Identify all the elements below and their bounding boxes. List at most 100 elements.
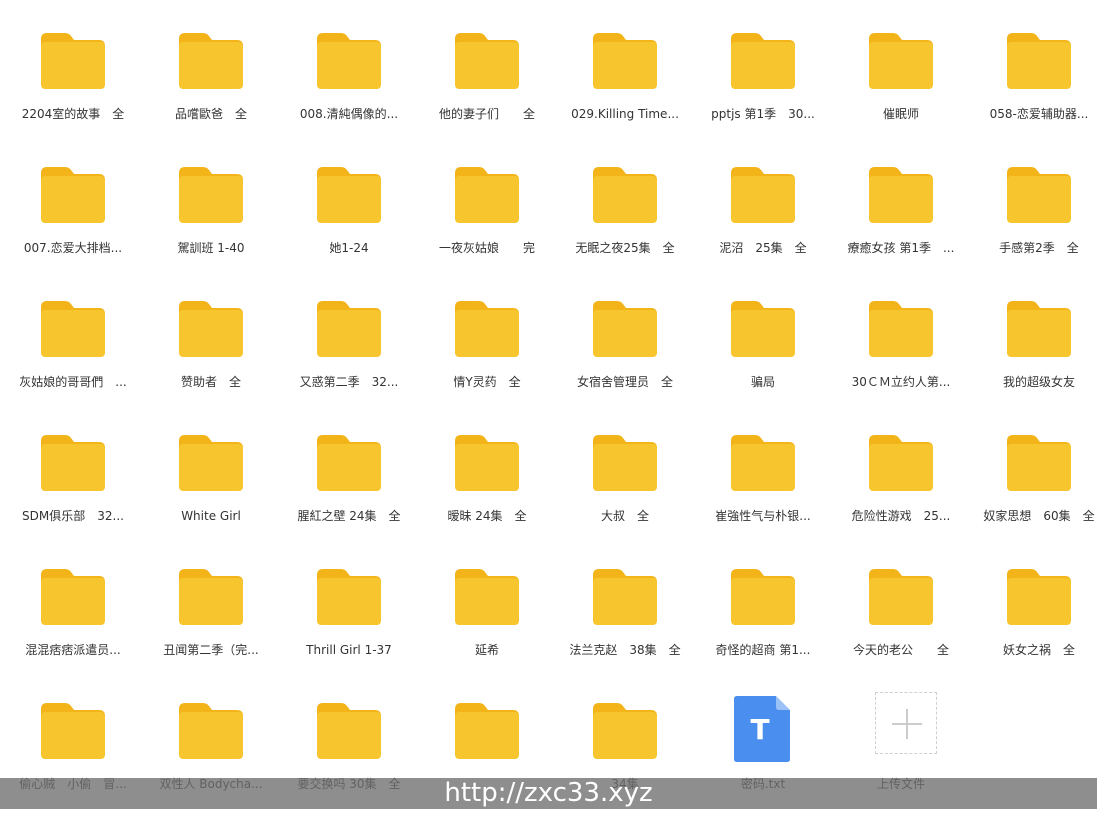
folder-item[interactable]: 丑闻第二季（完... — [142, 558, 280, 692]
folder-name: 妖女之祸 全 — [1002, 643, 1075, 657]
folder-item[interactable]: White Girl — [142, 424, 280, 558]
folder-item[interactable]: 女宿舍管理员 全 — [556, 290, 694, 424]
folder-icon — [593, 301, 657, 357]
folder-item[interactable]: 008.清純偶像的... — [280, 22, 418, 156]
folder-name: 奴家思想 60集 全 — [983, 509, 1095, 523]
folder-item[interactable]: 療癒女孩 第1季 ... — [832, 156, 970, 290]
folder-item[interactable]: 30ＣＭ立约人第... — [832, 290, 970, 424]
folder-icon — [41, 301, 105, 357]
folder-icon — [179, 167, 243, 223]
folder-name: 他的妻子们 全 — [438, 107, 535, 121]
folder-name: 她1-24 — [329, 241, 369, 255]
folder-item[interactable]: 法兰克赵 38集 全 — [556, 558, 694, 692]
folder-item[interactable]: 奴家思想 60集 全 — [970, 424, 1097, 558]
folder-item[interactable]: 无眠之夜25集 全 — [556, 156, 694, 290]
folder-icon — [455, 435, 519, 491]
folder-name: 療癒女孩 第1季 ... — [847, 241, 955, 255]
folder-name: SDM俱乐部 32... — [22, 509, 124, 523]
folder-item[interactable]: 我的超级女友 — [970, 290, 1097, 424]
folder-icon — [1007, 435, 1071, 491]
folder-name: 危险性游戏 25... — [851, 509, 951, 523]
folder-name: 催眠师 — [882, 107, 919, 121]
folder-item[interactable]: 灰姑娘的哥哥們 ... — [4, 290, 142, 424]
folder-icon — [1007, 301, 1071, 357]
folder-item[interactable]: 她1-24 — [280, 156, 418, 290]
folder-item[interactable]: 又惑第二季 32... — [280, 290, 418, 424]
folder-name: 情Y灵药 全 — [453, 375, 521, 389]
folder-name: 我的超级女友 — [1002, 375, 1075, 389]
folder-item[interactable]: 029.Killing Time... — [556, 22, 694, 156]
folder-icon — [593, 569, 657, 625]
folder-item[interactable]: 延希 — [418, 558, 556, 692]
folder-name: 混混痞痞派遣员... — [25, 643, 121, 657]
folder-icon — [455, 33, 519, 89]
folder-item[interactable]: 007.恋爱大排档... — [4, 156, 142, 290]
folder-name: pptjs 第1季 30... — [711, 107, 815, 121]
folder-item[interactable]: 品嚐歐爸 全 — [142, 22, 280, 156]
folder-item[interactable]: 妖女之祸 全 — [970, 558, 1097, 692]
folder-item[interactable]: 崔強性气与朴银... — [694, 424, 832, 558]
folder-icon — [731, 33, 795, 89]
folder-name: 赞助者 全 — [180, 375, 241, 389]
folder-name: 奇怪的超商 第1... — [715, 643, 811, 657]
folder-name: 延希 — [474, 643, 499, 657]
folder-item[interactable]: pptjs 第1季 30... — [694, 22, 832, 156]
folder-item[interactable]: Thrill Girl 1-37 — [280, 558, 418, 692]
folder-item[interactable]: 泥沼 25集 全 — [694, 156, 832, 290]
folder-item[interactable]: 一夜灰姑娘 完 — [418, 156, 556, 290]
folder-name: 骗局 — [750, 375, 775, 389]
folder-item[interactable]: 骗局 — [694, 290, 832, 424]
text-file-icon: T — [734, 696, 790, 762]
folder-item[interactable]: 情Y灵药 全 — [418, 290, 556, 424]
folder-name: 029.Killing Time... — [571, 107, 679, 121]
folder-icon — [179, 703, 243, 759]
folder-item[interactable]: 催眠师 — [832, 22, 970, 156]
folder-item[interactable]: 大叔 全 — [556, 424, 694, 558]
folder-icon — [869, 435, 933, 491]
folder-name: 大叔 全 — [600, 509, 649, 523]
folder-icon — [731, 301, 795, 357]
folder-icon — [869, 569, 933, 625]
folder-name: 暧昧 24集 全 — [447, 509, 527, 523]
folder-icon — [179, 33, 243, 89]
folder-icon — [41, 569, 105, 625]
folder-item[interactable]: 暧昧 24集 全 — [418, 424, 556, 558]
folder-icon — [317, 435, 381, 491]
folder-icon — [455, 167, 519, 223]
folder-name: 崔強性气与朴银... — [715, 509, 811, 523]
folder-name: 法兰克赵 38集 全 — [569, 643, 681, 657]
folder-name: 女宿舍管理员 全 — [576, 375, 673, 389]
folder-item[interactable]: 赞助者 全 — [142, 290, 280, 424]
folder-item[interactable]: 奇怪的超商 第1... — [694, 558, 832, 692]
folder-name: 无眠之夜25集 全 — [575, 241, 675, 255]
folder-item[interactable]: 他的妻子们 全 — [418, 22, 556, 156]
folder-item[interactable]: 今天的老公 全 — [832, 558, 970, 692]
folder-icon — [455, 703, 519, 759]
folder-item[interactable]: 腥紅之壁 24集 全 — [280, 424, 418, 558]
folder-item[interactable]: 2204室的故事 全 — [4, 22, 142, 156]
folder-item[interactable]: 058-恋爱辅助器... — [970, 22, 1097, 156]
folder-item[interactable]: 手感第2季 全 — [970, 156, 1097, 290]
folder-name: 2204室的故事 全 — [21, 107, 125, 121]
folder-name: Thrill Girl 1-37 — [306, 643, 392, 657]
folder-icon — [593, 435, 657, 491]
folder-icon — [41, 167, 105, 223]
folder-name: 腥紅之壁 24集 全 — [297, 509, 401, 523]
folder-icon — [731, 167, 795, 223]
folder-name: 手感第2季 全 — [999, 241, 1079, 255]
upload-button[interactable] — [875, 692, 937, 754]
folder-icon — [317, 703, 381, 759]
folder-icon — [41, 435, 105, 491]
folder-name: 又惑第二季 32... — [299, 375, 399, 389]
folder-item[interactable]: 危险性游戏 25... — [832, 424, 970, 558]
folder-icon — [593, 167, 657, 223]
folder-item[interactable]: SDM俱乐部 32... — [4, 424, 142, 558]
folder-item[interactable]: 混混痞痞派遣员... — [4, 558, 142, 692]
file-icon-letter: T — [750, 713, 769, 746]
folder-item[interactable]: 駕訓班 1-40 — [142, 156, 280, 290]
folder-icon — [869, 33, 933, 89]
folder-icon — [179, 301, 243, 357]
folder-name: 008.清純偶像的... — [299, 107, 399, 121]
watermark-bar: http://zxc33.xyz — [0, 778, 1097, 809]
folder-icon — [179, 435, 243, 491]
